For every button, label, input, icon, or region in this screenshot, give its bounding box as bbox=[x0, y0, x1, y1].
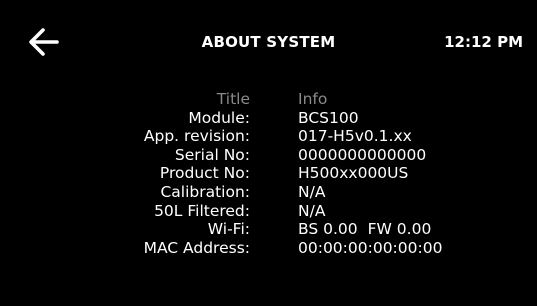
row-value: N/A bbox=[298, 182, 326, 201]
system-info-table: Title Info Module: BCS100 App. revision:… bbox=[0, 90, 537, 257]
row-label: Wi-Fi: bbox=[207, 220, 250, 239]
table-row-calibration: Calibration: N/A bbox=[0, 183, 537, 202]
table-header-row: Title Info bbox=[0, 90, 537, 109]
table-row-app-revision: App. revision: 017-H5v0.1.xx bbox=[0, 127, 537, 146]
row-label: App. revision: bbox=[143, 127, 250, 146]
row-label: Product No: bbox=[159, 164, 250, 183]
table-row-module: Module: BCS100 bbox=[0, 109, 537, 128]
row-value: 017-H5v0.1.xx bbox=[298, 127, 412, 146]
row-value: 0000000000000 bbox=[298, 145, 427, 164]
table-row-wifi: Wi-Fi: BS 0.00 FW 0.00 bbox=[0, 220, 537, 239]
table-row-serial-no: Serial No: 0000000000000 bbox=[0, 146, 537, 165]
row-value: 00:00:00:00:00:00 bbox=[298, 238, 443, 257]
row-value: N/A bbox=[298, 201, 326, 220]
column-info-header: Info bbox=[298, 90, 328, 108]
row-value: BS 0.00 FW 0.00 bbox=[298, 220, 431, 239]
row-label: 50L Filtered: bbox=[154, 201, 250, 220]
wifi-fw-version: FW 0.00 bbox=[367, 220, 432, 239]
row-label: Module: bbox=[188, 108, 250, 127]
row-label: Calibration: bbox=[160, 182, 250, 201]
wifi-bs-version: BS 0.00 bbox=[298, 220, 358, 239]
clock: 12:12 PM bbox=[444, 33, 523, 51]
table-row-mac-address: MAC Address: 00:00:00:00:00:00 bbox=[0, 239, 537, 258]
column-title-header: Title bbox=[216, 90, 250, 108]
row-value: H500xx000US bbox=[298, 164, 409, 183]
row-label: Serial No: bbox=[174, 145, 250, 164]
about-system-screen: ABOUT SYSTEM 12:12 PM Title Info Module:… bbox=[0, 0, 537, 306]
table-row-product-no: Product No: H500xx000US bbox=[0, 164, 537, 183]
row-label: MAC Address: bbox=[143, 238, 250, 257]
row-value: BCS100 bbox=[298, 108, 359, 127]
table-row-50l-filtered: 50L Filtered: N/A bbox=[0, 202, 537, 221]
